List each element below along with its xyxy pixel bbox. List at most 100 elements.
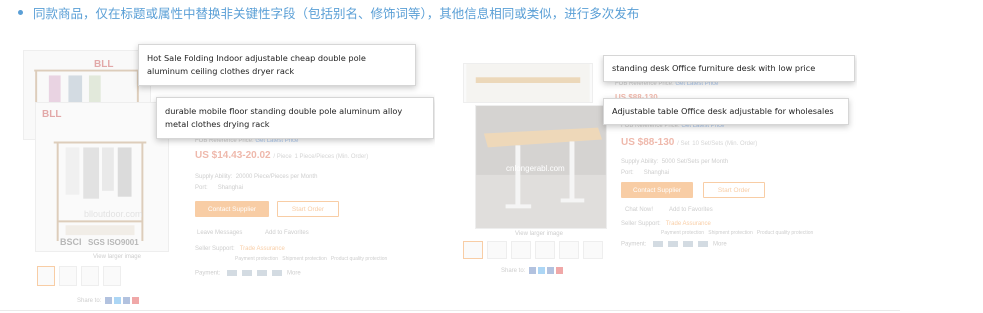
left-supply-value: 20000 Piece/Pieces per Month	[235, 174, 318, 180]
right-product-screenshot: FOB Reference Price: Get Latest Price US…	[455, 55, 857, 285]
right-port-label: Port:	[621, 170, 634, 176]
right-share: Share to:	[501, 267, 564, 275]
left-price: US $14.43-20.02 / Piece 1 Piece/Pieces (…	[195, 150, 368, 161]
left-brand-back: BLL	[94, 59, 114, 70]
echecking-icon	[698, 241, 709, 247]
left-port-label: Port:	[195, 185, 208, 191]
right-payment-protection: Payment protection	[661, 230, 705, 236]
right-title-tooltip-2-text: Adjustable table Office desk adjustable …	[612, 106, 834, 116]
left-thumbnail[interactable]	[59, 266, 77, 286]
left-port: Port: Shanghai	[195, 185, 243, 191]
right-thumbnail[interactable]	[487, 241, 507, 259]
left-thumbnail[interactable]	[81, 266, 99, 286]
bottom-divider	[0, 310, 900, 311]
left-payment-label: Payment:	[195, 270, 221, 277]
bullet-dot	[18, 10, 23, 15]
left-share-label: Share to:	[77, 298, 102, 305]
left-price-value: US $14.43-20.02	[195, 150, 271, 161]
left-main-image: BLL blloutdoor.com BSCI SGS ISO9001	[35, 102, 169, 252]
right-shipment-protection: Shipment protection	[708, 230, 753, 236]
left-title-tooltip-2-text: durable mobile floor standing double pol…	[165, 106, 403, 129]
left-payment-more[interactable]: More	[287, 271, 301, 277]
right-start-order-button[interactable]: Start Order	[703, 182, 765, 198]
left-seller-support: Seller Support: Trade Assurance	[195, 246, 285, 252]
echecking-icon	[272, 270, 283, 276]
right-thumbnail[interactable]	[535, 241, 555, 259]
mastercard-icon	[668, 241, 679, 247]
facebook-icon[interactable]	[105, 297, 113, 304]
left-view-larger[interactable]: View larger image	[93, 254, 141, 260]
left-price-unit: / Piece	[273, 154, 292, 160]
right-price: US $88-130 / Set 10 Set/Sets (Min. Order…	[621, 137, 757, 148]
left-contact-supplier-button[interactable]: Contact Supplier	[195, 201, 269, 217]
left-title-tooltip-2: durable mobile floor standing double pol…	[156, 97, 434, 139]
right-contact-supplier-button[interactable]: Contact Supplier	[621, 182, 693, 198]
right-thumbnail[interactable]	[583, 241, 603, 259]
left-trade-assurance: Trade Assurance	[239, 246, 285, 252]
left-shipment-protection: Shipment protection	[282, 256, 327, 262]
left-cert: SGS ISO9001	[88, 238, 139, 247]
right-share-label: Share to:	[501, 268, 526, 275]
pinterest-icon[interactable]	[132, 297, 140, 304]
right-payment-label: Payment:	[621, 241, 647, 248]
linkedin-icon[interactable]	[123, 297, 131, 304]
left-thumbnail[interactable]	[103, 266, 121, 286]
left-title-tooltip-1: Hot Sale Folding Indoor adjustable cheap…	[138, 44, 416, 86]
left-quality-protection: Product quality protection	[330, 256, 388, 262]
linkedin-icon[interactable]	[547, 267, 555, 274]
left-seller-label: Seller Support:	[195, 246, 235, 252]
right-seller-support: Seller Support: Trade Assurance	[621, 221, 711, 227]
right-view-larger[interactable]: View larger image	[515, 231, 563, 237]
right-chat-now[interactable]: Chat Now!	[625, 207, 653, 213]
tt-icon	[257, 270, 268, 276]
right-supply: Supply Ability: 5000 Set/Sets per Month	[621, 159, 728, 165]
right-port-value: Shanghai	[643, 170, 670, 176]
right-price-unit: / Set	[677, 141, 690, 147]
right-protections: Payment protection Shipment protection P…	[661, 230, 813, 236]
left-thumbnail[interactable]	[37, 266, 55, 286]
right-quality-protection: Product quality protection	[756, 230, 814, 236]
left-watermark: blloutdoor.com	[84, 209, 143, 219]
right-supply-label: Supply Ability:	[621, 159, 659, 165]
right-title-tooltip-1: standing desk Office furniture desk with…	[603, 55, 855, 82]
left-title-tooltip-1-text: Hot Sale Folding Indoor adjustable cheap…	[147, 53, 366, 76]
left-start-order-button[interactable]: Start Order	[277, 201, 339, 217]
right-product-page: FOB Reference Price: Get Latest Price US…	[455, 55, 857, 285]
left-payment: Payment: More	[195, 270, 301, 277]
left-moq: 1 Piece/Pieces (Min. Order)	[294, 154, 369, 160]
left-supply-label: Supply Ability:	[195, 174, 233, 180]
right-title-tooltip-1-text: standing desk Office furniture desk with…	[612, 63, 816, 73]
right-seller-label: Seller Support:	[621, 221, 661, 227]
twitter-icon[interactable]	[114, 297, 122, 304]
rule-note-text: 同款商品，仅在标题或属性中替换非关键性字段（包括别名、修饰词等），其他信息相同或…	[33, 5, 640, 21]
right-port: Port: Shanghai	[621, 170, 669, 176]
mastercard-icon	[242, 270, 253, 276]
visa-icon	[653, 241, 664, 247]
right-add-favorites[interactable]: Add to Favorites	[669, 207, 713, 213]
right-thumbnail[interactable]	[463, 241, 483, 259]
facebook-icon[interactable]	[529, 267, 537, 274]
left-product-screenshot: BLL BLL blloutdoor.com BSCI SGS ISO9001 …	[15, 40, 435, 308]
left-leave-messages[interactable]: Leave Messages	[197, 230, 242, 236]
left-payment-protection: Payment protection	[235, 256, 279, 262]
right-thumbnail[interactable]	[559, 241, 579, 259]
right-payment-more[interactable]: More	[713, 242, 727, 248]
right-payment: Payment: More	[621, 241, 727, 248]
tt-icon	[683, 241, 694, 247]
right-supply-value: 5000 Set/Sets per Month	[661, 159, 729, 165]
right-main-image: cnlongerabl.com	[475, 105, 607, 229]
left-port-value: Shanghai	[217, 185, 244, 191]
left-brand: BLL	[42, 109, 62, 120]
left-protections: Payment protection Shipment protection P…	[235, 256, 387, 262]
right-moq: 10 Set/Sets (Min. Order)	[692, 141, 758, 147]
pinterest-icon[interactable]	[556, 267, 564, 274]
right-title-tooltip-2: Adjustable table Office desk adjustable …	[603, 98, 849, 125]
right-trade-assurance: Trade Assurance	[665, 221, 711, 227]
left-supply: Supply Ability: 20000 Piece/Pieces per M…	[195, 174, 317, 180]
left-add-favorites[interactable]: Add to Favorites	[265, 230, 309, 236]
twitter-icon[interactable]	[538, 267, 546, 274]
left-cert-bsci: BSCI	[60, 237, 82, 247]
right-thumbnail[interactable]	[511, 241, 531, 259]
right-watermark: cnlongerabl.com	[506, 164, 565, 173]
drying-rack-main-image	[36, 103, 168, 251]
